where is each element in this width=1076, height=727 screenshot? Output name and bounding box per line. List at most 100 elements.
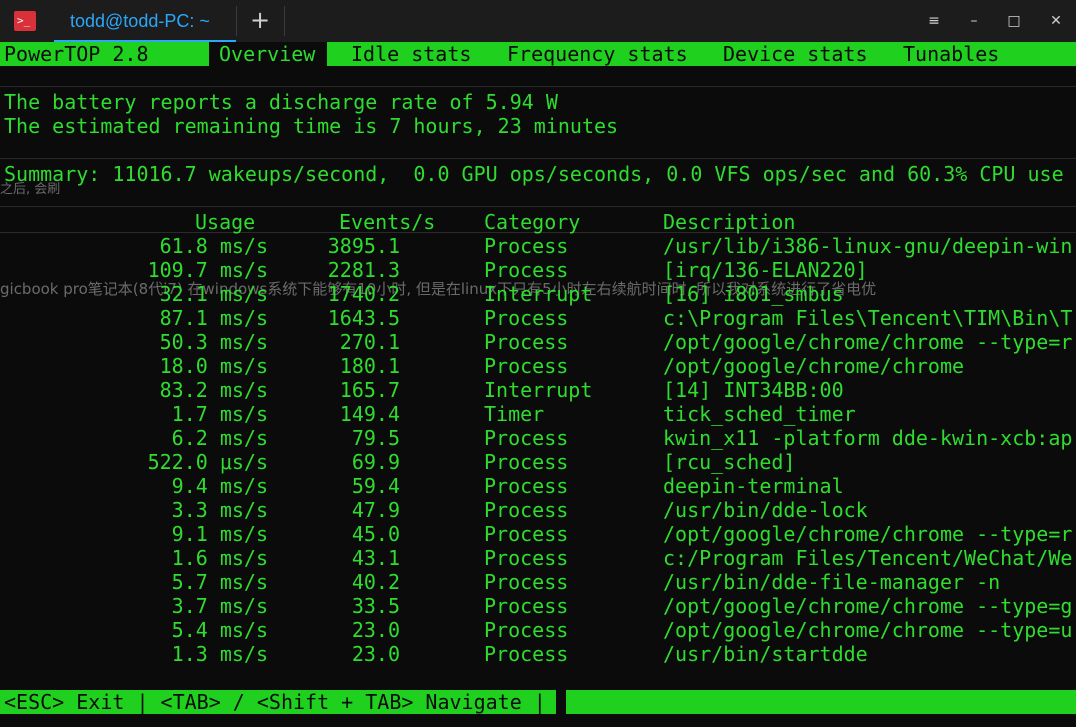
category-cell: Timer (484, 402, 545, 426)
events-cell: 33.5 (351, 594, 400, 618)
tab-device-stats[interactable]: Device stats (723, 42, 868, 66)
tab-separator (236, 6, 237, 36)
header-usage: Usage (195, 210, 256, 234)
table-row: 5.7 ms/s 40.2 Process/usr/bin/dde-file-man… (0, 570, 1076, 594)
events-cell: 40.2 (351, 570, 400, 594)
description-cell: /opt/google/chrome/chrome --type=u (663, 618, 1073, 642)
title-bar: >_ todd@todd-PC: ~ + ≡ – □ ✕ (0, 0, 1076, 42)
category-cell: Process (484, 642, 569, 666)
category-cell: Interrupt (484, 282, 593, 306)
description-cell: [16] i801_smbus (663, 282, 844, 306)
events-cell: 45.0 (351, 522, 400, 546)
description-cell: /usr/bin/startdde (663, 642, 868, 666)
table-row: 9.4 ms/s 59.4 Process deepin-terminal (0, 474, 1076, 498)
category-cell: Process (484, 522, 569, 546)
category-cell: Process (484, 306, 569, 330)
divider (0, 86, 1076, 87)
powertop-menu-bar: PowerTOP 2.8 Overview Idle stats Frequen… (0, 42, 1076, 66)
add-tab-button[interactable]: + (248, 6, 272, 36)
category-cell: Process (484, 426, 569, 450)
divider (0, 158, 1076, 159)
terminal-area[interactable]: PowerTOP 2.8 Overview Idle stats Frequen… (0, 42, 1076, 727)
events-cell: 165.7 (339, 378, 400, 402)
category-cell: Process (484, 474, 569, 498)
description-cell: [irq/136-ELAN220] (663, 258, 868, 282)
table-row: 1.6 ms/s 43.1 Process c:/Program Files/Tenc… (0, 546, 1076, 570)
header-category: Category (484, 210, 581, 234)
category-cell: Process (484, 354, 569, 378)
table-row: 50.3 ms/s 270.1 Process/opt/google/chrome/… (0, 330, 1076, 354)
events-cell: 79.5 (351, 426, 400, 450)
tab-separator (284, 6, 285, 36)
terminal-app-icon: >_ (14, 11, 36, 31)
table-header: Usage Events/s Category Description (0, 210, 1076, 234)
battery-rate: The battery reports a discharge rate of … (4, 90, 558, 114)
footer-bar: <ESC> Exit | <TAB> / <Shift + TAB> Navig… (0, 690, 1076, 714)
events-cell: 1643.5 (327, 306, 400, 330)
bleed-through-text: 之后, 会刷 (0, 182, 61, 197)
category-cell: Process (484, 618, 569, 642)
events-cell: 270.1 (339, 330, 400, 354)
description-cell: /opt/google/chrome/chrome (663, 354, 965, 378)
description-cell: /opt/google/chrome/chrome --type=r (663, 522, 1073, 546)
table-row: 32.1 ms/s 1740.2 Interrupt [16] i801_smbus (0, 282, 1076, 306)
description-cell: /usr/bin/dde-file-manager -n (663, 570, 1001, 594)
tab-overview[interactable]: Overview (209, 42, 327, 66)
events-cell: 23.0 (351, 642, 400, 666)
events-cell: 47.9 (351, 498, 400, 522)
table-row: 1.7 ms/s 149.4 Timer tick_sched_timer (0, 402, 1076, 426)
events-cell: 149.4 (339, 402, 400, 426)
table-row: 1.3 ms/s 23.0 Process/usr/bin/startdde (0, 642, 1076, 666)
category-cell: Process (484, 258, 569, 282)
table-row: 61.8 ms/s 3895.1 Process/usr/lib/i386-linu… (0, 234, 1076, 258)
table-row: 5.4 ms/s 23.0 Process/opt/google/chrome/ch… (0, 618, 1076, 642)
header-description: Description (663, 210, 796, 234)
description-cell: deepin-terminal (663, 474, 844, 498)
category-cell: Process (484, 330, 569, 354)
category-cell: Process (484, 570, 569, 594)
description-cell: /opt/google/chrome/chrome --type=r (663, 330, 1073, 354)
events-cell: 23.0 (351, 618, 400, 642)
close-icon[interactable]: ✕ (1044, 10, 1068, 32)
description-cell: c:/Program Files/Tencent/WeChat/We (663, 546, 1073, 570)
table-row: 87.1 ms/s 1643.5 Process c:\Program Files\T… (0, 306, 1076, 330)
description-cell: /usr/lib/i386-linux-gnu/deepin-win (663, 234, 1073, 258)
table-row: 3.7 ms/s 33.5 Process/opt/google/chrome/ch… (0, 594, 1076, 618)
category-cell: Interrupt (484, 378, 593, 402)
category-cell: Process (484, 450, 569, 474)
header-events: Events/s (339, 210, 436, 234)
table-row: 109.7 ms/s 2281.3 Process [irq/136-ELAN220] (0, 258, 1076, 282)
description-cell: kwin_x11 -platform dde-kwin-xcb:ap (663, 426, 1073, 450)
table-row: 6.2 ms/s 79.5 Process kwin_x11 -platform dd… (0, 426, 1076, 450)
maximize-icon[interactable]: □ (1002, 10, 1026, 32)
events-cell: 59.4 (351, 474, 400, 498)
hamburger-menu-icon[interactable]: ≡ (922, 10, 946, 32)
table-row: 18.0 ms/s 180.1 Process/opt/google/chrome/… (0, 354, 1076, 378)
app-name: PowerTOP 2.8 (4, 42, 149, 66)
table-row: 9.1 ms/s 45.0 Process/opt/google/chrome/ch… (0, 522, 1076, 546)
divider (0, 206, 1076, 207)
cursor (556, 690, 566, 714)
description-cell: c:\Program Files\Tencent\TIM\Bin\T (663, 306, 1073, 330)
table-row: 3.3 ms/s 47.9 Process/usr/bin/dde-lock (0, 498, 1076, 522)
footer-help: <ESC> Exit | <TAB> / <Shift + TAB> Navig… (4, 690, 546, 714)
description-cell: [rcu_sched] (663, 450, 796, 474)
events-cell: 1740.2 (327, 282, 400, 306)
summary-line: Summary: 11016.7 wakeups/second, 0.0 GPU… (4, 162, 1064, 186)
description-cell: /usr/bin/dde-lock (663, 498, 868, 522)
category-cell: Process (484, 594, 569, 618)
battery-remaining: The estimated remaining time is 7 hours,… (4, 114, 619, 138)
minimize-icon[interactable]: – (962, 10, 986, 32)
description-cell: /opt/google/chrome/chrome --type=g (663, 594, 1073, 618)
tab-todd-pc[interactable]: todd@todd-PC: ~ (54, 0, 236, 42)
events-cell: 3895.1 (327, 234, 400, 258)
tab-frequency-stats[interactable]: Frequency stats (507, 42, 688, 66)
description-cell: tick_sched_timer (663, 402, 856, 426)
tab-idle-stats[interactable]: Idle stats (351, 42, 471, 66)
table-row: 522.0 μs/s 69.9 Process [rcu_sched] (0, 450, 1076, 474)
category-cell: Process (484, 546, 569, 570)
table-row: 83.2 ms/s 165.7 Interrupt [14] INT34BB:00 (0, 378, 1076, 402)
tab-tunables[interactable]: Tunables (903, 42, 999, 66)
events-cell: 43.1 (351, 546, 400, 570)
events-cell: 180.1 (339, 354, 400, 378)
